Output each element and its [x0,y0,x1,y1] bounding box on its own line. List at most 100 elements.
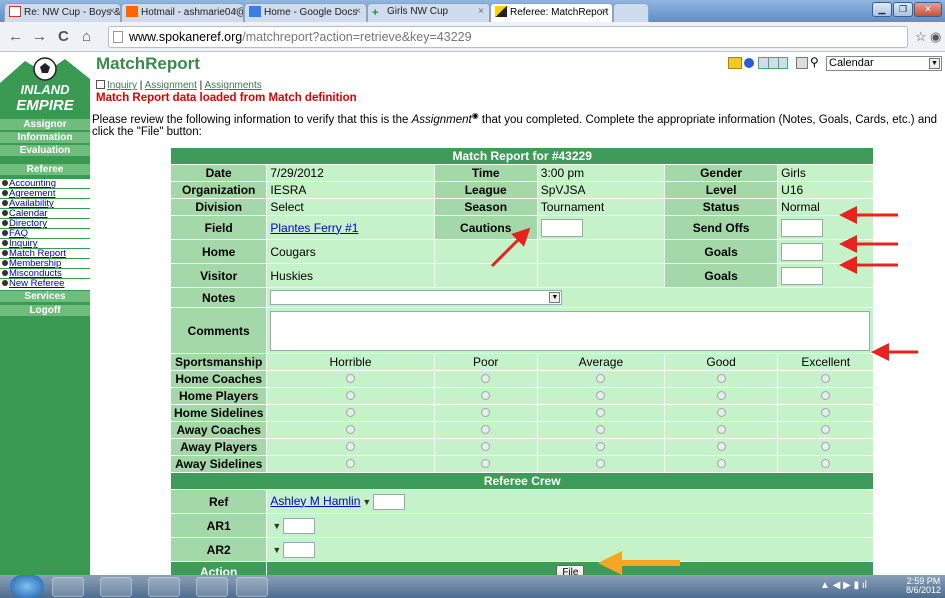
radio-button[interactable] [821,374,831,383]
radio-button[interactable] [596,408,606,417]
sidebar-item-agreement[interactable]: Agreement [0,189,90,198]
info-icon[interactable]: ◉ [472,111,479,120]
chrome-icon[interactable] [100,577,132,597]
ar2-input[interactable] [283,541,316,558]
sidebar-item-availability[interactable]: Availability [0,199,90,208]
close-icon[interactable]: × [601,6,607,17]
radio-button[interactable] [716,408,726,417]
radio-button[interactable] [481,442,491,451]
grid-icon[interactable] [758,57,788,69]
radio-button[interactable] [596,391,606,400]
sidebar-item-new-referee[interactable]: New Referee [0,279,90,290]
radio-button[interactable] [716,391,726,400]
calendar-select[interactable]: Calendar ▼ [826,56,942,71]
start-button-icon[interactable] [10,575,44,598]
ref-name-link[interactable]: Ashley M Hamlin [270,494,360,508]
sidebar-item-membership[interactable]: Membership [0,259,90,268]
radio-button[interactable] [346,391,355,400]
sidebar-item-misconducts[interactable]: Misconducts [0,269,90,278]
radio-button[interactable] [481,374,491,383]
word-icon[interactable] [236,577,268,597]
media-player-icon[interactable] [148,577,180,597]
extension-icon[interactable]: ◉ [930,29,941,44]
tab-hotmail[interactable]: Hotmail - ashmarie04@hot× [121,3,244,22]
radio-button[interactable] [716,374,726,383]
close-icon[interactable]: × [109,6,115,17]
radio-button[interactable] [346,374,355,383]
tab-google-docs[interactable]: Home - Google Docs × [244,3,367,22]
radio-button[interactable] [596,374,606,383]
radio-button[interactable] [716,442,726,451]
radio-button[interactable] [346,459,355,468]
ref-input[interactable] [373,493,406,510]
sidebar-section-referee[interactable]: Referee [0,164,90,176]
sidebar-item-directory[interactable]: Directory [0,219,90,228]
radio-button[interactable] [596,425,606,434]
ar1-input[interactable] [283,517,316,534]
file-explorer-icon[interactable] [52,577,84,597]
sidebar-section-logoff[interactable]: Logoff [0,305,90,317]
star-icon[interactable]: ☆ [915,29,927,44]
forward-arrow-icon[interactable]: → [32,29,47,44]
radio-button[interactable] [716,425,726,434]
radio-button[interactable] [481,425,491,434]
close-icon[interactable]: × [478,6,484,17]
sidebar-section-assignor[interactable]: Assignor [0,119,90,131]
refresh-icon[interactable] [796,57,808,69]
breadcrumb-assignment[interactable]: Assignment [145,80,197,91]
double-chevron-icon[interactable]: ▼ [362,497,371,507]
radio-button[interactable] [596,459,606,468]
cautions-input[interactable] [540,218,583,237]
filter-icon[interactable]: ⚲ [810,55,819,69]
visitor-goals-input[interactable] [781,266,824,285]
chevron-down-icon[interactable]: ▼ [929,58,940,69]
radio-button[interactable] [481,459,491,468]
radio-button[interactable] [481,391,491,400]
radio-button[interactable] [346,425,355,434]
radio-button[interactable] [346,408,355,417]
tab-girls-nw-cup[interactable]: + Girls NW Cup × [367,3,490,22]
radio-button[interactable] [821,408,831,417]
radio-button[interactable] [821,442,831,451]
radio-button[interactable] [481,408,491,417]
url-bar[interactable]: www.spokaneref.org/matchreport?action=re… [108,26,908,48]
taskbar-clock[interactable]: 2:59 PM 8/6/2012 [906,577,941,595]
maximize-icon[interactable]: ❐ [893,2,913,17]
radio-button[interactable] [716,459,726,468]
back-arrow-icon[interactable]: ← [8,29,23,44]
sidebar-item-accounting[interactable]: Accounting [0,179,90,188]
new-tab-button[interactable] [613,3,649,22]
comments-textarea[interactable] [270,310,871,351]
close-icon[interactable]: × [355,6,361,17]
sidebar-section-services[interactable]: Services [0,291,90,303]
breadcrumb-inquiry[interactable]: Inquiry [107,80,137,91]
double-chevron-icon[interactable]: ▼ [272,545,281,555]
reload-icon[interactable]: C [58,29,69,44]
field-link[interactable]: Plantes Ferry #1 [270,221,358,235]
printer-icon[interactable] [728,57,742,69]
tab-gmail[interactable]: Re: NW Cup - Boys & Girls× [4,3,121,22]
sidebar-item-inquiry[interactable]: Inquiry [0,239,90,248]
notes-select[interactable]: ▼ [270,290,563,306]
help-icon[interactable] [744,58,754,68]
sidebar-section-information[interactable]: Information [0,132,90,144]
breadcrumb-assignments[interactable]: Assignments [204,80,261,91]
sidebar-item-calendar[interactable]: Calendar [0,209,90,218]
close-window-icon[interactable]: ✕ [914,2,942,17]
sidebar-link[interactable]: New Referee [9,278,64,289]
radio-button[interactable] [346,442,355,451]
sidebar-section-evaluation[interactable]: Evaluation [0,145,90,157]
radio-button[interactable] [821,459,831,468]
radio-button[interactable] [596,442,606,451]
excel-icon[interactable] [196,577,228,597]
home-icon[interactable]: ⌂ [82,29,91,44]
minimize-icon[interactable]: ▁ [872,2,892,17]
tab-referee-matchreport[interactable]: Referee: MatchReport × [490,3,613,22]
sidebar-item-match-report[interactable]: Match Report [0,249,90,258]
radio-button[interactable] [821,425,831,434]
close-icon[interactable]: × [232,6,238,17]
send-offs-input[interactable] [781,218,824,237]
sidebar-item-faq[interactable]: FAQ [0,229,90,238]
home-goals-input[interactable] [781,242,824,261]
system-tray-icons[interactable]: ▲ ◀ ▶ ▮ ıl [820,580,867,591]
